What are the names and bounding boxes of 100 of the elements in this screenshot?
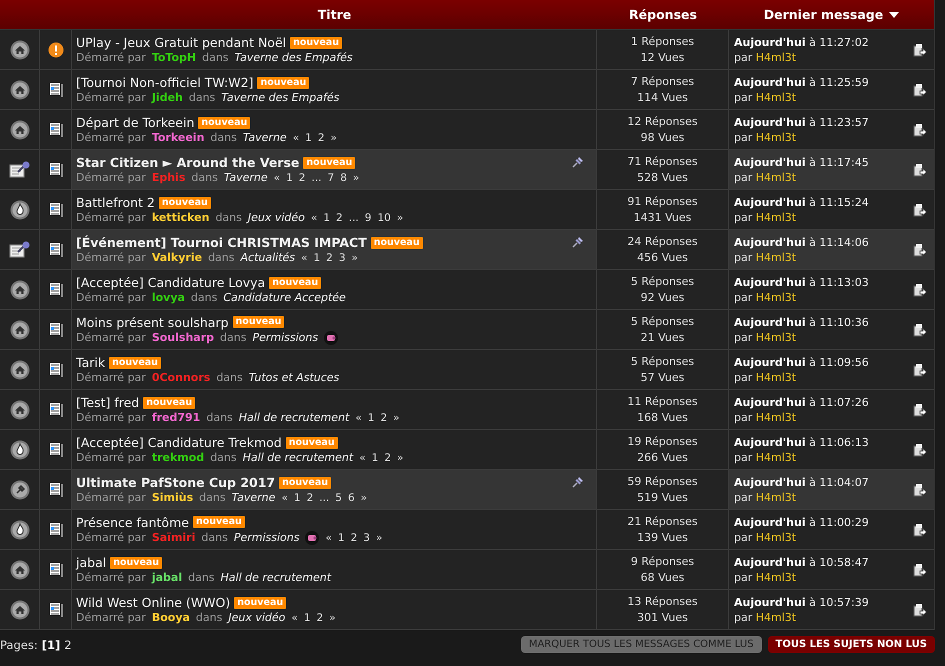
topic-title-link[interactable]: [Acceptée] Candidature Lovya [76,275,266,290]
author-link[interactable]: ToTopH [152,51,196,64]
topic-row[interactable]: Départ de Torkeein nouveau Démarré par Torkeein dans Taverne « 1 2 » 12 Réponses 98 Vues Aujourd'hui à 11:23:57 par H4ml3t [0,110,934,150]
user-link[interactable]: H4ml3t [756,50,796,64]
page-link[interactable]: « [325,532,332,544]
topic-row[interactable]: Présence fantôme nouveau Démarré par Saïmiri dans Permissions « 1 2 3 » 21 Réponses 139 Vues Aujourd'hui à 11:00:29 par H4ml3t [0,510,934,550]
page-link[interactable]: « [292,132,300,144]
user-link[interactable]: H4ml3t [756,90,796,104]
go-to-post-icon[interactable] [913,242,927,256]
page-link[interactable]: [1] [42,638,60,652]
author-link[interactable]: Torkeein [152,131,204,144]
go-to-post-icon[interactable] [913,482,927,496]
page-link[interactable]: 1 [313,252,320,264]
topic-title-link[interactable]: Star Citizen ► Around the Verse [76,155,300,170]
go-to-post-icon[interactable] [913,442,927,456]
author-link[interactable]: ketticken [152,211,210,224]
author-link[interactable]: 0Connors [152,371,210,384]
page-link[interactable]: 2 [306,492,314,504]
page-link[interactable]: 2 [326,252,333,264]
user-link[interactable]: H4ml3t [756,530,796,544]
go-to-post-icon[interactable] [913,42,927,56]
page-link[interactable]: » [352,172,360,184]
page-link[interactable]: « [355,412,362,424]
page-link[interactable]: 1 [286,172,293,184]
page-link[interactable]: 2 [64,638,72,652]
board-link[interactable]: Permissions [252,331,318,344]
page-link[interactable]: 5 [335,492,342,504]
author-link[interactable]: Soulsharp [152,331,214,344]
user-link[interactable]: H4ml3t [756,490,796,504]
page-link[interactable]: 1 [368,412,374,424]
page-link[interactable]: 2 [318,132,325,144]
go-to-post-icon[interactable] [913,562,927,576]
page-link[interactable]: « [281,492,288,504]
topic-title-link[interactable]: Présence fantôme [76,514,189,530]
author-link[interactable]: Valkyrie [152,251,202,264]
topic-title-link[interactable]: Moins présent soulsharp [76,314,229,330]
action-button[interactable]: TOUS LES SUJETS NON LUS [768,636,935,653]
author-link[interactable]: trekmod [152,451,204,464]
author-link[interactable]: lovya [152,291,185,304]
page-link[interactable]: » [360,492,368,504]
page-link[interactable]: 1 [304,612,311,624]
board-link[interactable]: Taverne [232,491,276,504]
page-link[interactable]: 1 [323,212,330,224]
user-link[interactable]: H4ml3t [756,250,796,264]
page-link[interactable]: 2 [350,532,358,544]
page-link[interactable]: 3 [363,532,370,544]
board-link[interactable]: Hall de recrutement [242,451,354,464]
page-link[interactable]: » [352,252,358,264]
topic-row[interactable]: Battlefront 2 nouveau Démarré par ketticken dans Jeux vidéo « 1 2 ... 9 10 » 91 Réponses 1431 Vues Aujourd'hui à 11:15:24 par H4ml3t [0,190,934,230]
go-to-post-icon[interactable] [913,602,927,616]
board-link[interactable]: Taverne des Empafés [221,91,340,104]
page-link[interactable]: 6 [348,492,355,504]
topic-title-link[interactable]: Wild West Online (WWO) [76,595,230,610]
topic-row[interactable]: Tarik nouveau Démarré par 0Connors dans Tutos et Astuces 5 Réponses 57 Vues Aujourd'hui à 11:09:56 par H4ml3t [0,350,934,390]
board-link[interactable]: Jeux vidéo [248,211,305,224]
page-link[interactable]: 2 [298,172,306,184]
topic-row[interactable]: Wild West Online (WWO) nouveau Démarré par Booya dans Jeux vidéo « 1 2 » 13 Réponses 301 Vues Aujourd'hui à 10:57:39 par H4ml3t [0,590,934,630]
go-to-post-icon[interactable] [913,322,927,336]
user-link[interactable]: H4ml3t [756,410,796,424]
page-link[interactable]: » [376,532,382,544]
go-to-post-icon[interactable] [913,522,927,536]
board-link[interactable]: Permissions [234,531,300,544]
topic-row[interactable]: Star Citizen ► Around the Verse nouveau Démarré par Ephis dans Taverne « 1 2 ... 7 8 » 71 Réponses 528 Vues Aujourd'hui à 11:17:45 par H4ml3t [0,150,934,190]
column-header[interactable]: Titre [72,7,597,22]
user-link[interactable]: H4ml3t [756,330,796,344]
topic-title-link[interactable]: [Événement] Tournoi CHRISTMAS IMPACT [76,235,367,250]
board-link[interactable]: Hall de recrutement [238,411,350,424]
topic-row[interactable]: [Acceptée] Candidature Trekmod nouveau Démarré par trekmod dans Hall de recrutement « 1 2 » 19 Réponses 266 Vues Aujourd'hui à 11:06:13 par H4ml3t [0,430,934,470]
author-link[interactable]: Booya [152,611,190,624]
user-link[interactable]: H4ml3t [756,170,796,184]
page-link[interactable]: ... [311,172,322,184]
topic-title-link[interactable]: [Acceptée] Candidature Trekmod [76,435,282,450]
go-to-post-icon[interactable] [913,162,927,176]
topic-row[interactable]: [Tournoi Non-officiel TW:W2] nouveau Démarré par Jideh dans Taverne des Empafés 7 Réponses 114 Vues Aujourd'hui à 11:25:59 par H4ml3t [0,70,934,110]
topic-row[interactable]: Moins présent soulsharp nouveau Démarré par Soulsharp dans Permissions 5 Réponses 21 Vues Aujourd'hui à 11:10:36 par H4ml3t [0,310,934,350]
board-link[interactable]: Taverne [224,171,268,184]
page-link[interactable]: 1 [372,452,378,464]
topic-title-link[interactable]: UPlay - Jeux Gratuit pendant Noël [76,35,286,50]
topic-title-link[interactable]: Départ de Torkeein [76,115,194,130]
page-link[interactable]: « [359,452,366,464]
page-link[interactable]: « [310,212,318,224]
topic-row[interactable]: jabal nouveau Démarré par jabal dans Hall de recrutement 9 Réponses 68 Vues Aujourd'hui à 10:58:47 par H4ml3t [0,550,934,590]
page-link[interactable]: » [396,212,404,224]
page-link[interactable]: 1 [294,492,301,504]
go-to-post-icon[interactable] [913,82,927,96]
board-link[interactable]: Actualités [240,251,296,264]
page-link[interactable]: 3 [338,252,346,264]
page-link[interactable]: 1 [338,532,345,544]
page-link[interactable]: « [301,252,308,264]
board-link[interactable]: Jeux vidéo [228,611,286,624]
topic-title-link[interactable]: Tarik [76,355,106,370]
board-link[interactable]: Taverne des Empafés [234,51,353,64]
board-link[interactable]: Candidature Acceptée [223,291,346,304]
page-link[interactable]: 2 [316,612,324,624]
user-link[interactable]: H4ml3t [756,370,796,384]
user-link[interactable]: H4ml3t [756,290,796,304]
page-link[interactable]: 2 [384,452,391,464]
page-link[interactable]: » [397,452,404,464]
go-to-post-icon[interactable] [913,282,927,296]
user-link[interactable]: H4ml3t [756,210,796,224]
